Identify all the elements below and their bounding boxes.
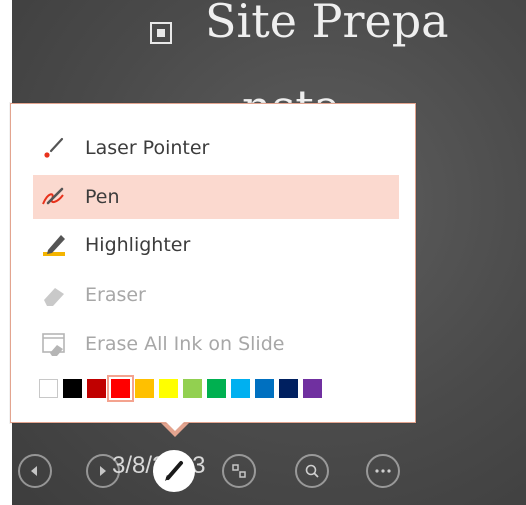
color-swatch-yellow[interactable] [159, 378, 178, 398]
ellipsis-icon [375, 469, 391, 473]
menu-item-label: Erase All Ink on Slide [85, 333, 285, 355]
pen-icon [165, 461, 183, 481]
menu-item-pen[interactable]: Pen [33, 175, 399, 219]
more-options-button[interactable] [366, 454, 400, 488]
pen-tools-button[interactable] [153, 450, 195, 492]
eraser-icon [37, 278, 71, 312]
next-button[interactable] [86, 454, 120, 488]
color-swatch-light-green[interactable] [183, 378, 202, 398]
magnifier-icon [305, 464, 319, 478]
color-swatch-dark-blue[interactable] [279, 378, 298, 398]
previous-button[interactable] [18, 454, 52, 488]
menu-item-eraser[interactable]: Eraser [33, 273, 399, 317]
see-all-slides-button[interactable] [222, 454, 256, 488]
slides-icon [232, 464, 246, 478]
forward-arrow-icon [100, 466, 106, 476]
back-arrow-icon [31, 466, 37, 476]
zoom-button[interactable] [295, 454, 329, 488]
highlighter-icon [37, 228, 71, 262]
color-swatch-light-blue[interactable] [231, 378, 250, 398]
menu-item-label: Pen [85, 186, 120, 208]
menu-pointer [161, 417, 189, 431]
pen-icon [37, 180, 71, 214]
slide-title: Site Prepa [205, 0, 449, 48]
menu-item-label: Eraser [85, 284, 146, 306]
slideshow-controls [18, 450, 418, 494]
menu-item-laser-pointer[interactable]: Laser Pointer [33, 126, 399, 170]
color-swatch-purple[interactable] [303, 378, 322, 398]
color-swatch-red[interactable] [107, 374, 134, 402]
menu-item-label: Laser Pointer [85, 137, 210, 159]
color-swatch-orange[interactable] [135, 378, 154, 398]
menu-item-label: Highlighter [85, 234, 191, 256]
erase-all-icon [37, 327, 71, 361]
bullet-icon [150, 22, 172, 44]
laser-pointer-icon [37, 131, 71, 165]
ink-color-palette [39, 374, 322, 402]
color-swatch-dark-red[interactable] [87, 378, 106, 398]
menu-item-highlighter[interactable]: Highlighter [33, 223, 399, 267]
color-swatch-green[interactable] [207, 378, 226, 398]
pen-tools-menu: Laser Pointer Pen Highlighter Eraser Era… [10, 103, 416, 423]
menu-item-erase-all[interactable]: Erase All Ink on Slide [33, 322, 399, 366]
color-swatch-blue[interactable] [255, 378, 274, 398]
color-swatch-black[interactable] [63, 378, 82, 398]
color-swatch-white[interactable] [39, 378, 58, 398]
